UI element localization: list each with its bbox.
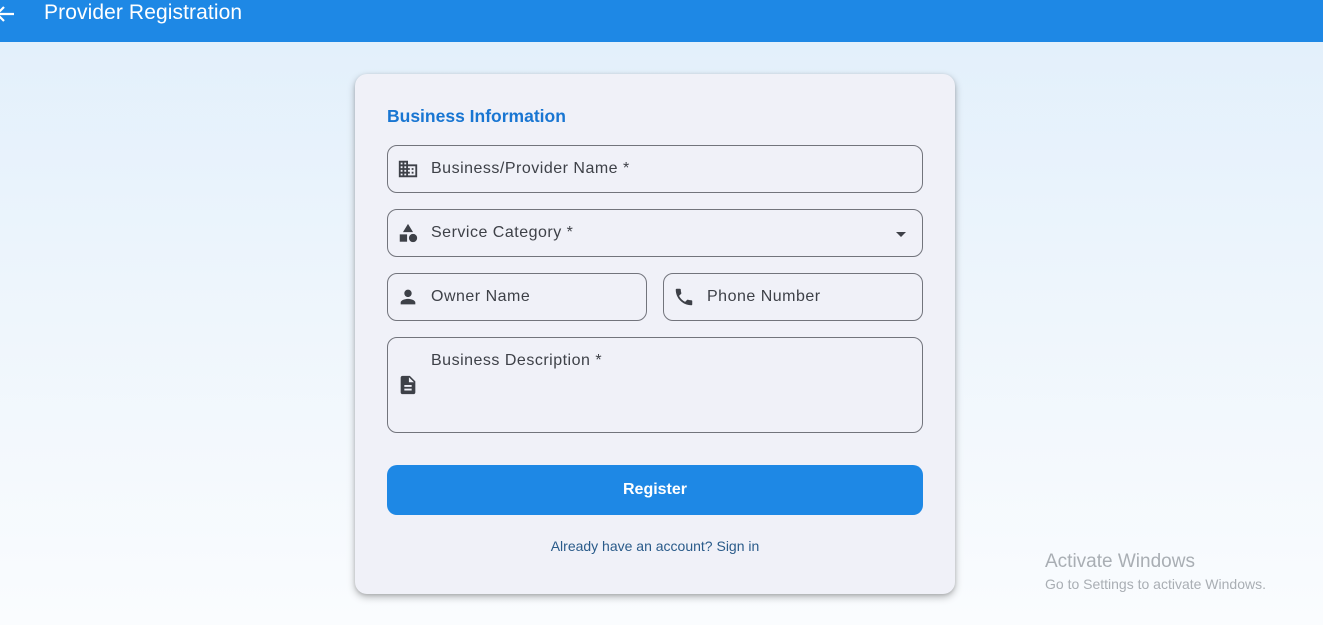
watermark-subtitle: Go to Settings to activate Windows. [1045, 576, 1266, 592]
owner-name-label: Owner Name [431, 288, 531, 305]
person-icon [400, 289, 416, 305]
register-button[interactable]: Register [387, 465, 923, 515]
business-name-field[interactable]: Business/Provider Name * [387, 145, 923, 193]
section-title: Business Information [387, 106, 566, 126]
arrow-back-icon [0, 6, 14, 22]
watermark-title: Activate Windows [1045, 551, 1195, 572]
document-icon [400, 375, 416, 395]
registration-card: Business Information Business/Provider N… [355, 74, 955, 594]
phone-number-field[interactable]: Phone Number [663, 273, 923, 321]
phone-icon [675, 288, 693, 306]
windows-activation-watermark: Activate Windows Go to Settings to activ… [1045, 551, 1266, 594]
category-shapes-icon [399, 223, 418, 243]
sign-in-link[interactable]: Already have an account? Sign in [355, 538, 955, 554]
phone-number-label: Phone Number [707, 288, 821, 305]
business-description-label: Business Description * [431, 352, 603, 369]
building-icon [398, 160, 418, 178]
business-description-field[interactable]: Business Description * [387, 337, 923, 433]
page-title: Provider Registration [44, 1, 243, 24]
business-name-label: Business/Provider Name * [431, 160, 630, 177]
service-category-select[interactable]: Service Category * [387, 209, 923, 257]
service-category-label: Service Category * [431, 224, 574, 241]
chevron-down-icon [896, 232, 906, 237]
back-button[interactable] [0, 4, 16, 24]
app-bar: Provider Registration [0, 0, 1323, 42]
owner-name-field[interactable]: Owner Name [387, 273, 647, 321]
